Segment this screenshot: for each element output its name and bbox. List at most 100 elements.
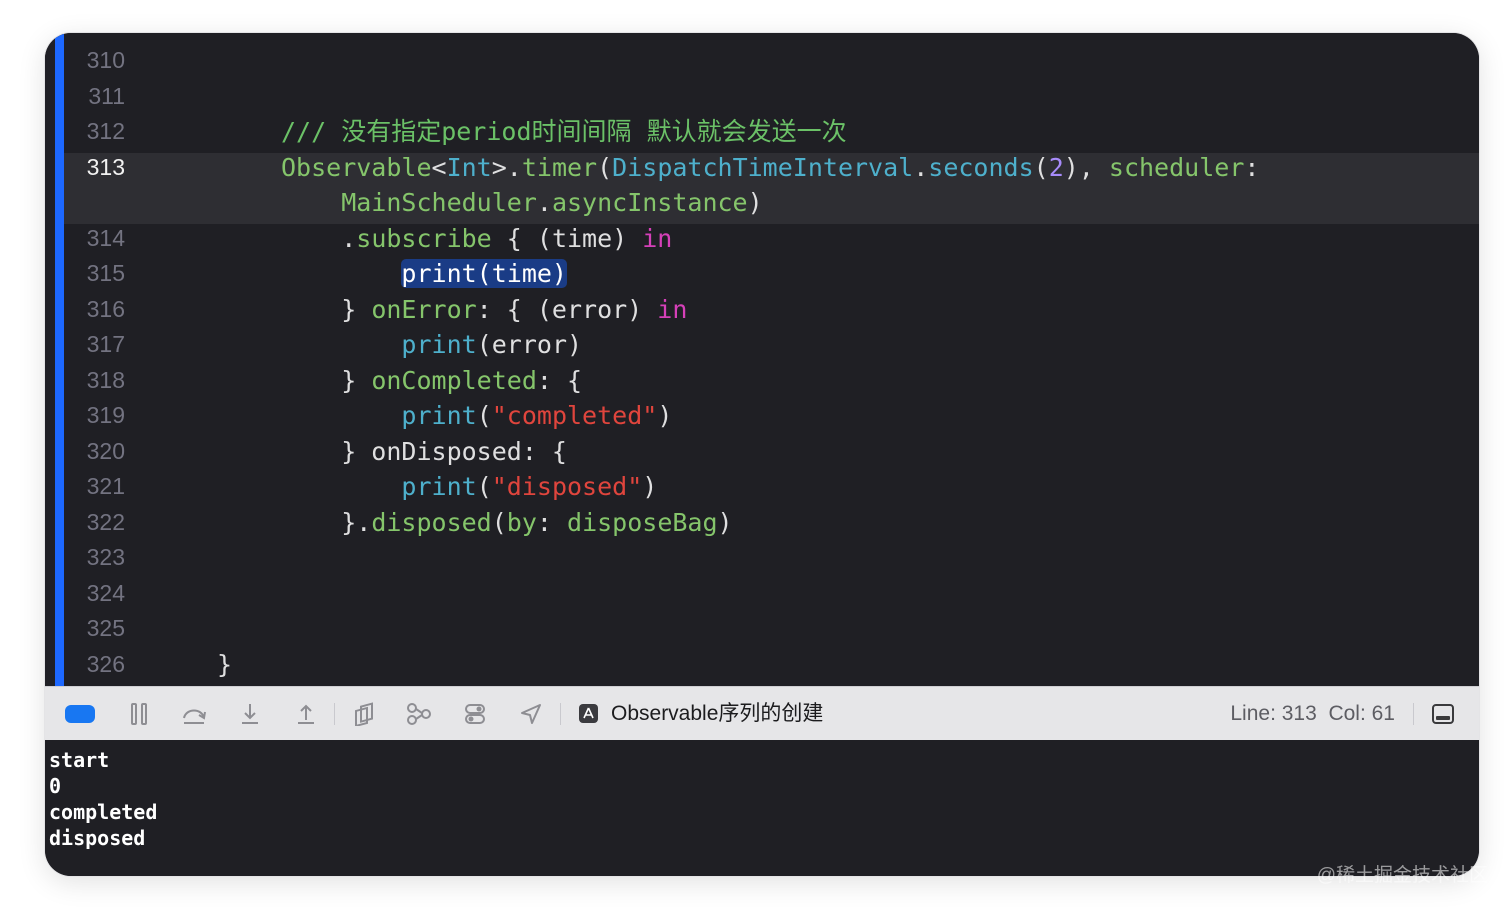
code-line[interactable]: MainScheduler.asyncInstance) (45, 185, 1479, 220)
line-number: 316 (86, 295, 125, 322)
code-token: in (642, 223, 673, 253)
code-line[interactable]: 325 (45, 611, 1479, 646)
code-token: print (401, 330, 477, 359)
code-line[interactable]: 320 } onDisposed: { (45, 434, 1479, 469)
view-hierarchy-icon[interactable] (350, 701, 378, 727)
code-token: } (281, 294, 372, 324)
toolbar-divider (1413, 703, 1414, 725)
code-text: .subscribe { (time) in (281, 221, 672, 256)
code-text: }.disposed(by: disposeBag) (281, 505, 732, 540)
line-number: 313 (86, 153, 125, 180)
selected-text: print(time) (401, 259, 567, 288)
code-text: print("disposed") (281, 469, 657, 504)
code-text: } (217, 647, 232, 682)
code-token: ( (1033, 152, 1049, 182)
code-token: print (401, 472, 477, 501)
code-line[interactable]: 318 } onCompleted: { (45, 363, 1479, 398)
code-line[interactable]: 312 /// 没有指定period时间间隔 默认就会发送一次 (45, 114, 1479, 149)
code-token: timer (521, 152, 598, 182)
line-number: 317 (86, 331, 125, 357)
code-token: . (281, 223, 357, 253)
code-token: : (1244, 152, 1260, 182)
code-token: asyncInstance (551, 188, 748, 217)
code-line[interactable]: 315 print(time) (45, 256, 1479, 291)
code-token: "disposed" (491, 472, 643, 501)
code-token: { (time) (491, 223, 643, 253)
code-line[interactable]: 316 } onError: { (error) in (45, 292, 1479, 327)
code-line[interactable]: 319 print("completed") (45, 398, 1479, 433)
console-line: disposed (49, 826, 146, 850)
memory-graph-icon[interactable] (405, 701, 433, 727)
code-text: } onDisposed: { (281, 434, 567, 469)
code-token: }. (281, 507, 372, 537)
line-number: 325 (86, 615, 125, 641)
environment-overrides-icon[interactable] (461, 701, 489, 727)
hide-console-icon[interactable] (1429, 701, 1457, 727)
line-number: 319 (86, 402, 125, 428)
code-text: MainScheduler.asyncInstance) (281, 185, 763, 220)
code-token: disposeBag (567, 507, 718, 537)
line-number: 321 (86, 473, 125, 499)
code-token: ( (491, 507, 507, 537)
line-number: 312 (86, 118, 125, 144)
line-number: 314 (86, 224, 125, 251)
code-line[interactable]: 321 print("disposed") (45, 469, 1479, 504)
code-token: ( (597, 152, 613, 182)
step-over-icon[interactable] (180, 701, 208, 727)
line-number: 310 (86, 47, 125, 73)
code-token: } (217, 649, 233, 679)
line-number: 311 (88, 82, 125, 109)
toolbar-divider (560, 703, 561, 725)
cursor-position: Line: 313 Col: 61 (1230, 702, 1395, 725)
code-line[interactable]: 322 }.disposed(by: disposeBag) (45, 505, 1479, 540)
line-number: 326 (86, 650, 125, 677)
line-number: 315 (86, 260, 125, 286)
code-token: subscribe (356, 223, 492, 253)
code-token: ) (642, 472, 658, 501)
step-out-icon[interactable] (292, 701, 320, 727)
line-number: 320 (86, 437, 125, 464)
code-text: } onError: { (error) in (281, 292, 687, 327)
code-line[interactable]: 313 Observable<Int>.timer(DispatchTimeInt… (45, 150, 1479, 185)
code-line[interactable]: 311 (45, 79, 1479, 114)
code-line[interactable]: 323 (45, 540, 1479, 575)
code-text: Observable<Int>.timer(DispatchTimeInterv… (281, 150, 1259, 185)
code-line[interactable]: 314 .subscribe { (time) in (45, 221, 1479, 256)
line-number: 323 (86, 544, 125, 570)
code-line[interactable]: 317 print(error) (45, 327, 1479, 362)
code-token: in (657, 294, 688, 324)
scheme-name[interactable]: Observable序列的创建 (611, 687, 823, 741)
console-line: 0 (49, 774, 62, 798)
code-token: . (536, 188, 552, 217)
code-token: : (536, 507, 568, 537)
code-token: ) (747, 188, 763, 217)
debug-console[interactable]: start 0 completed disposed (45, 740, 1479, 876)
code-text: /// 没有指定period时间间隔 默认就会发送一次 (281, 114, 847, 149)
pause-icon[interactable] (125, 701, 153, 727)
code-line[interactable]: 324 (45, 576, 1479, 611)
code-token: } (281, 365, 372, 395)
step-into-icon[interactable] (236, 701, 264, 727)
code-token: "completed" (491, 401, 658, 430)
console-line: start (49, 748, 110, 772)
code-token: ) (657, 401, 673, 430)
code-text: print(error) (281, 327, 582, 362)
breakpoints-toggle-icon[interactable] (65, 705, 95, 723)
code-token: disposed (371, 507, 492, 537)
code-text: print("completed") (281, 398, 672, 433)
code-token: by (506, 507, 537, 537)
code-token: seconds (928, 152, 1034, 182)
location-icon[interactable] (517, 701, 545, 727)
code-line[interactable]: 326} (45, 647, 1479, 682)
code-editor[interactable]: 310 311 312 /// 没有指定period时间间隔 默认就会发送一次 313 O… (45, 33, 1479, 686)
line-number: 318 (86, 366, 125, 393)
code-line[interactable]: 310 (45, 43, 1479, 78)
code-token: MainScheduler (281, 188, 537, 217)
code-token: onCompleted (371, 365, 537, 395)
code-token: (error) (476, 330, 583, 359)
line-number: 322 (86, 508, 125, 535)
code-token: : { (error) (476, 294, 658, 324)
